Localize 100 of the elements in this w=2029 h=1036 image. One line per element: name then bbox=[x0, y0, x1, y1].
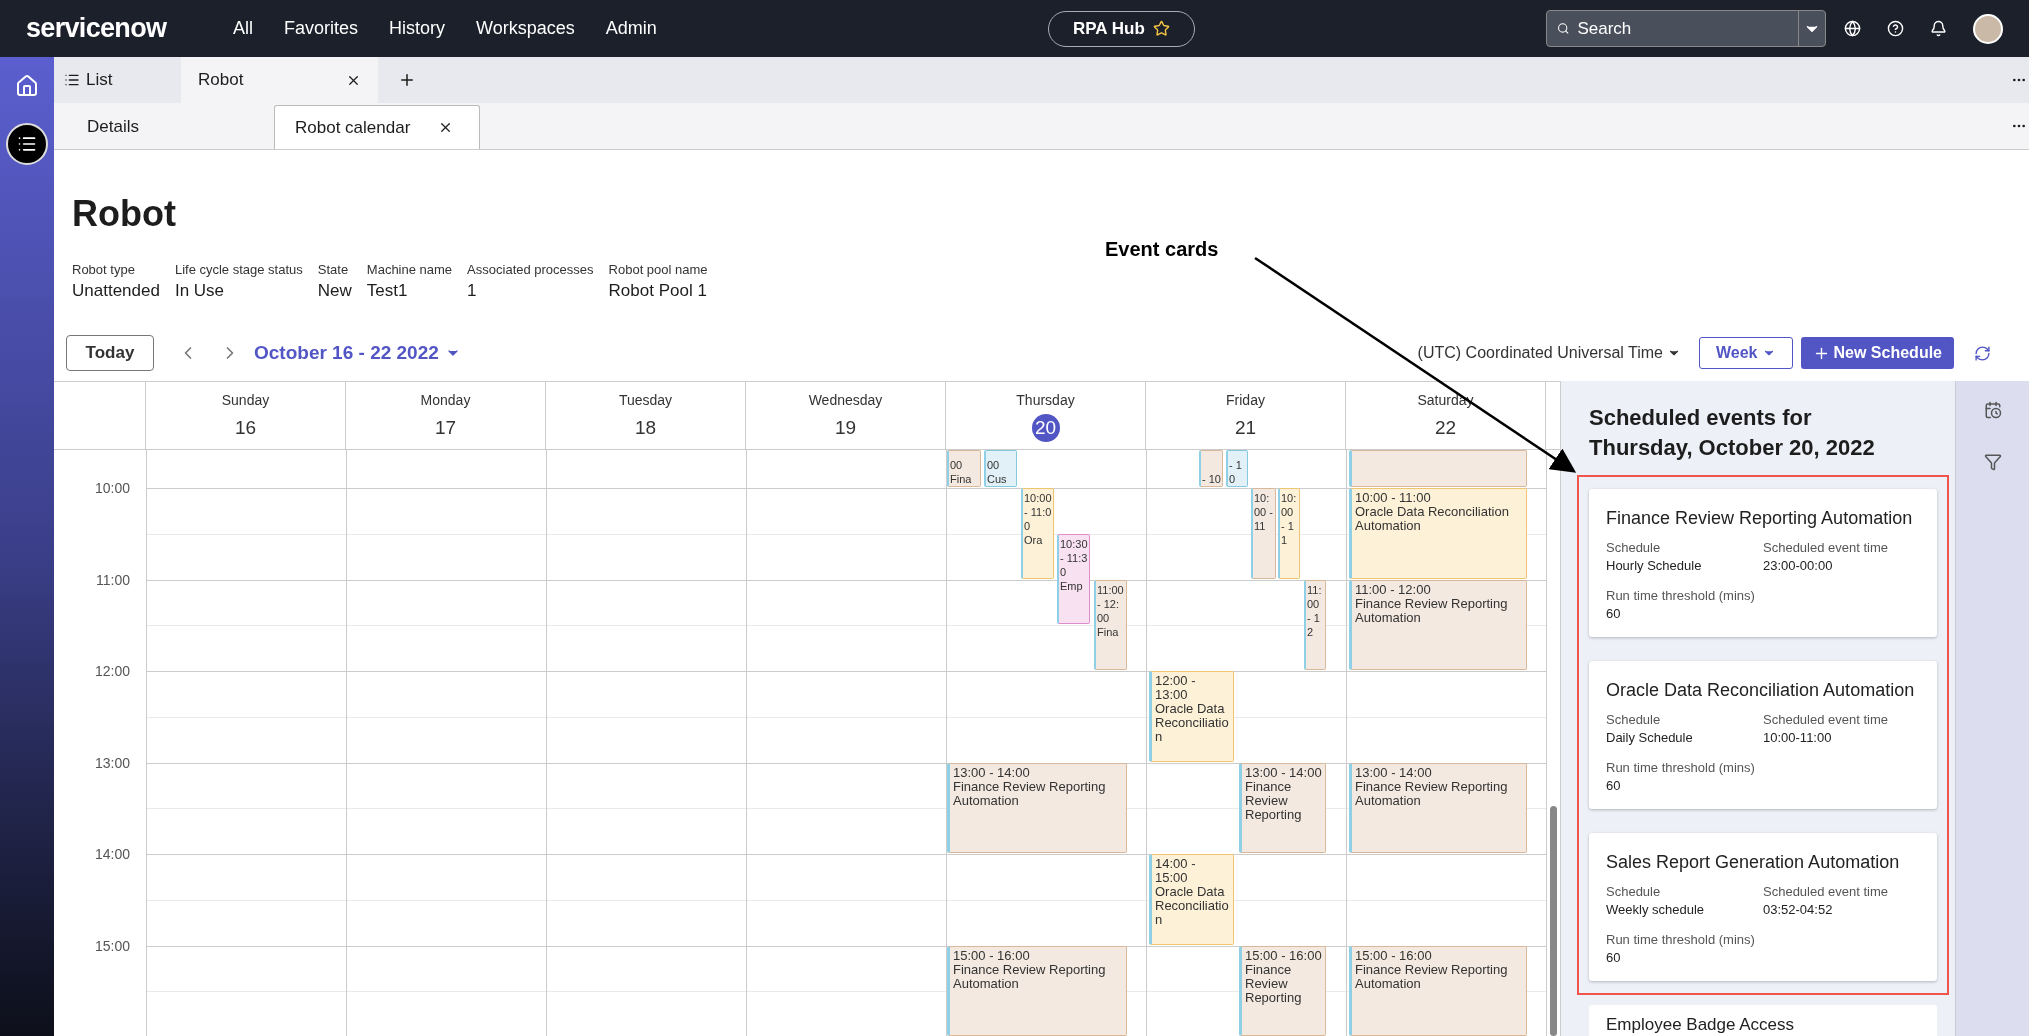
refresh-icon[interactable] bbox=[1974, 344, 1991, 362]
field-label: Associated processes bbox=[467, 261, 594, 279]
event-block[interactable]: 10:00 - 11 bbox=[1251, 488, 1276, 579]
card-field-value: 10:00-11:00 bbox=[1763, 729, 1833, 747]
field-label: Life cycle stage status bbox=[174, 261, 303, 279]
new-schedule-button[interactable]: New Schedule bbox=[1800, 337, 1954, 369]
sub-tab[interactable]: Robot calendar bbox=[274, 105, 480, 149]
field-label: Robot type bbox=[72, 261, 136, 279]
day-name: Monday bbox=[420, 391, 471, 410]
event-block[interactable]: 13:00 - 14:00 Finance Review Reporting Automation bbox=[947, 762, 1127, 853]
event-block[interactable]: 11:00 - 12:00 Finance Review Reporting Automation bbox=[1349, 579, 1527, 670]
card-field-label: Scheduled event time bbox=[1763, 539, 1890, 556]
avatar[interactable] bbox=[1973, 13, 2003, 44]
day-name: Thursday bbox=[1016, 391, 1075, 410]
hour-label: 12:00 bbox=[94, 663, 130, 679]
sub-tab[interactable]: Details bbox=[67, 105, 274, 149]
event-block[interactable]: 10:00 - 11:00 Oracle Data Reconciliation Automation bbox=[1349, 488, 1527, 579]
scrollbar-thumb[interactable] bbox=[1550, 806, 1557, 1036]
event-card[interactable]: Finance Review Reporting Automation Schedule Hourly Schedule Scheduled event time 23:00-00:00 Run time threshold (mins) 60 bbox=[1589, 489, 1937, 637]
card-field-value: Daily Schedule bbox=[1606, 729, 1694, 747]
annotation-label: Event cards bbox=[1105, 237, 1219, 262]
list-button[interactable] bbox=[6, 123, 48, 165]
nav-link[interactable]: Admin bbox=[605, 15, 657, 42]
hour-label: 13:00 bbox=[94, 754, 130, 771]
event-block[interactable]: 15:00 - 16:00 Finance Review Reporting Automation bbox=[947, 945, 1127, 1036]
day-name: Sunday bbox=[221, 391, 270, 410]
event-card[interactable]: Employee Badge Access bbox=[1589, 1005, 1937, 1036]
event-block[interactable]: 15:00 - 16:00 Finance Review Reporting bbox=[1239, 945, 1326, 1036]
day-number[interactable]: 20 bbox=[1031, 414, 1060, 442]
list-tab[interactable]: List bbox=[54, 57, 181, 103]
today-button[interactable]: Today bbox=[66, 335, 154, 371]
logo[interactable]: servicenow bbox=[26, 8, 233, 49]
nav-link[interactable]: History bbox=[389, 15, 446, 42]
card-field-value: 03:52-04:52 bbox=[1763, 901, 1834, 919]
day-number[interactable]: 16 bbox=[234, 414, 257, 442]
nav-link[interactable]: Workspaces bbox=[476, 15, 575, 42]
hour-label: 15:00 bbox=[94, 937, 130, 954]
globe-icon[interactable] bbox=[1844, 20, 1861, 37]
hour-label: 10:00 bbox=[94, 480, 130, 496]
event-block[interactable]: 11:00 - 12:00 Fina bbox=[1094, 579, 1127, 670]
event-block[interactable]: 10:00 - 11 bbox=[1278, 488, 1300, 579]
nav-link[interactable]: Favorites bbox=[284, 15, 359, 42]
card-field-label: Run time threshold (mins) bbox=[1606, 587, 1756, 604]
hour-label: 11:00 bbox=[96, 571, 130, 588]
event-card[interactable]: Sales Report Generation Automation Schedule Weekly schedule Scheduled event time 03:52-04:52 Run time threshold (mins) 60 bbox=[1589, 833, 1937, 981]
date-range-dropdown[interactable]: October 16 - 22 2022 bbox=[254, 338, 461, 368]
day-number[interactable]: 22 bbox=[1434, 414, 1457, 442]
day-number[interactable]: 21 bbox=[1234, 414, 1257, 442]
calendar-clock-icon[interactable] bbox=[1983, 401, 2002, 419]
record-tab[interactable]: Robot bbox=[181, 57, 378, 103]
search-field[interactable]: Search bbox=[1546, 10, 1826, 47]
event-block[interactable]: 10:00 - 11:00 Ora bbox=[1021, 488, 1054, 579]
star-icon bbox=[1152, 20, 1170, 37]
event-block[interactable]: 00 Cus bbox=[984, 450, 1017, 487]
card-field-value: 60 bbox=[1606, 605, 1622, 623]
event-block[interactable]: 15:00 - 16:00 Finance Review Reporting Automation bbox=[1349, 945, 1527, 1036]
view-dropdown[interactable]: Week bbox=[1699, 337, 1793, 369]
card-field-value: Hourly Schedule bbox=[1606, 557, 1703, 575]
event-block[interactable]: 14:00 - 15:00 Oracle Data Reconciliation bbox=[1149, 854, 1234, 945]
filter-icon[interactable] bbox=[1983, 453, 2002, 471]
event-block[interactable]: 10:30 - 11:30 Emp bbox=[1057, 533, 1090, 625]
event-block[interactable]: 11:00 - 12 bbox=[1304, 579, 1326, 670]
event-block[interactable]: 00 Fina bbox=[947, 450, 981, 487]
day-number[interactable]: 18 bbox=[634, 414, 657, 442]
event-card[interactable]: Oracle Data Reconciliation Automation Schedule Daily Schedule Scheduled event time 10:00-11:00 Run time threshold (mins) 60 bbox=[1589, 661, 1937, 809]
card-field-label: Schedule bbox=[1606, 883, 1662, 900]
field-value: Robot Pool 1 bbox=[608, 280, 708, 302]
list-icon bbox=[64, 72, 80, 88]
card-title: Finance Review Reporting Automation bbox=[1606, 507, 1914, 529]
hour-label: 14:00 bbox=[94, 846, 130, 862]
card-field-label: Run time threshold (mins) bbox=[1606, 759, 1756, 776]
day-number[interactable]: 19 bbox=[834, 414, 857, 442]
help-icon[interactable] bbox=[1887, 20, 1904, 37]
timezone-dropdown[interactable]: (UTC) Coordinated Universal Time bbox=[1417, 341, 1681, 365]
event-block[interactable]: 13:00 - 14:00 Finance Review Reporting Automation bbox=[1349, 762, 1527, 853]
add-tab-icon[interactable] bbox=[398, 71, 416, 89]
search-icon bbox=[1557, 20, 1570, 37]
card-field-label: Run time threshold (mins) bbox=[1606, 931, 1756, 948]
field-value: New bbox=[317, 280, 352, 302]
event-block[interactable]: 12:00 - 13:00 Oracle Data Reconciliation bbox=[1149, 671, 1234, 762]
nav-link[interactable]: All bbox=[233, 15, 253, 42]
card-title: Oracle Data Reconciliation Automation bbox=[1606, 679, 1916, 701]
field-value: Test1 bbox=[366, 280, 409, 302]
home-icon[interactable] bbox=[15, 74, 39, 98]
event-block[interactable]: 13:00 - 14:00 Finance Review Reporting bbox=[1239, 762, 1326, 853]
event-block[interactable]: - 10 bbox=[1199, 450, 1223, 487]
event-block[interactable]: - 10 bbox=[1226, 450, 1248, 487]
day-number[interactable]: 17 bbox=[434, 414, 457, 442]
field-value: 1 bbox=[467, 280, 478, 302]
search-input[interactable]: Search bbox=[1577, 15, 1799, 42]
card-field-label: Scheduled event time bbox=[1763, 711, 1890, 728]
card-field-label: Scheduled event time bbox=[1763, 883, 1890, 900]
bell-icon[interactable] bbox=[1930, 20, 1947, 37]
panel-title: Scheduled events for Thursday, October 20, 2022 bbox=[1588, 404, 1876, 462]
day-name: Wednesday bbox=[808, 391, 883, 410]
card-field-value: Weekly schedule bbox=[1606, 901, 1706, 919]
field-label: State bbox=[317, 261, 350, 279]
card-field-value: 60 bbox=[1606, 777, 1622, 795]
card-field-value: 23:00-00:00 bbox=[1763, 557, 1834, 575]
field-label: Machine name bbox=[366, 261, 453, 279]
